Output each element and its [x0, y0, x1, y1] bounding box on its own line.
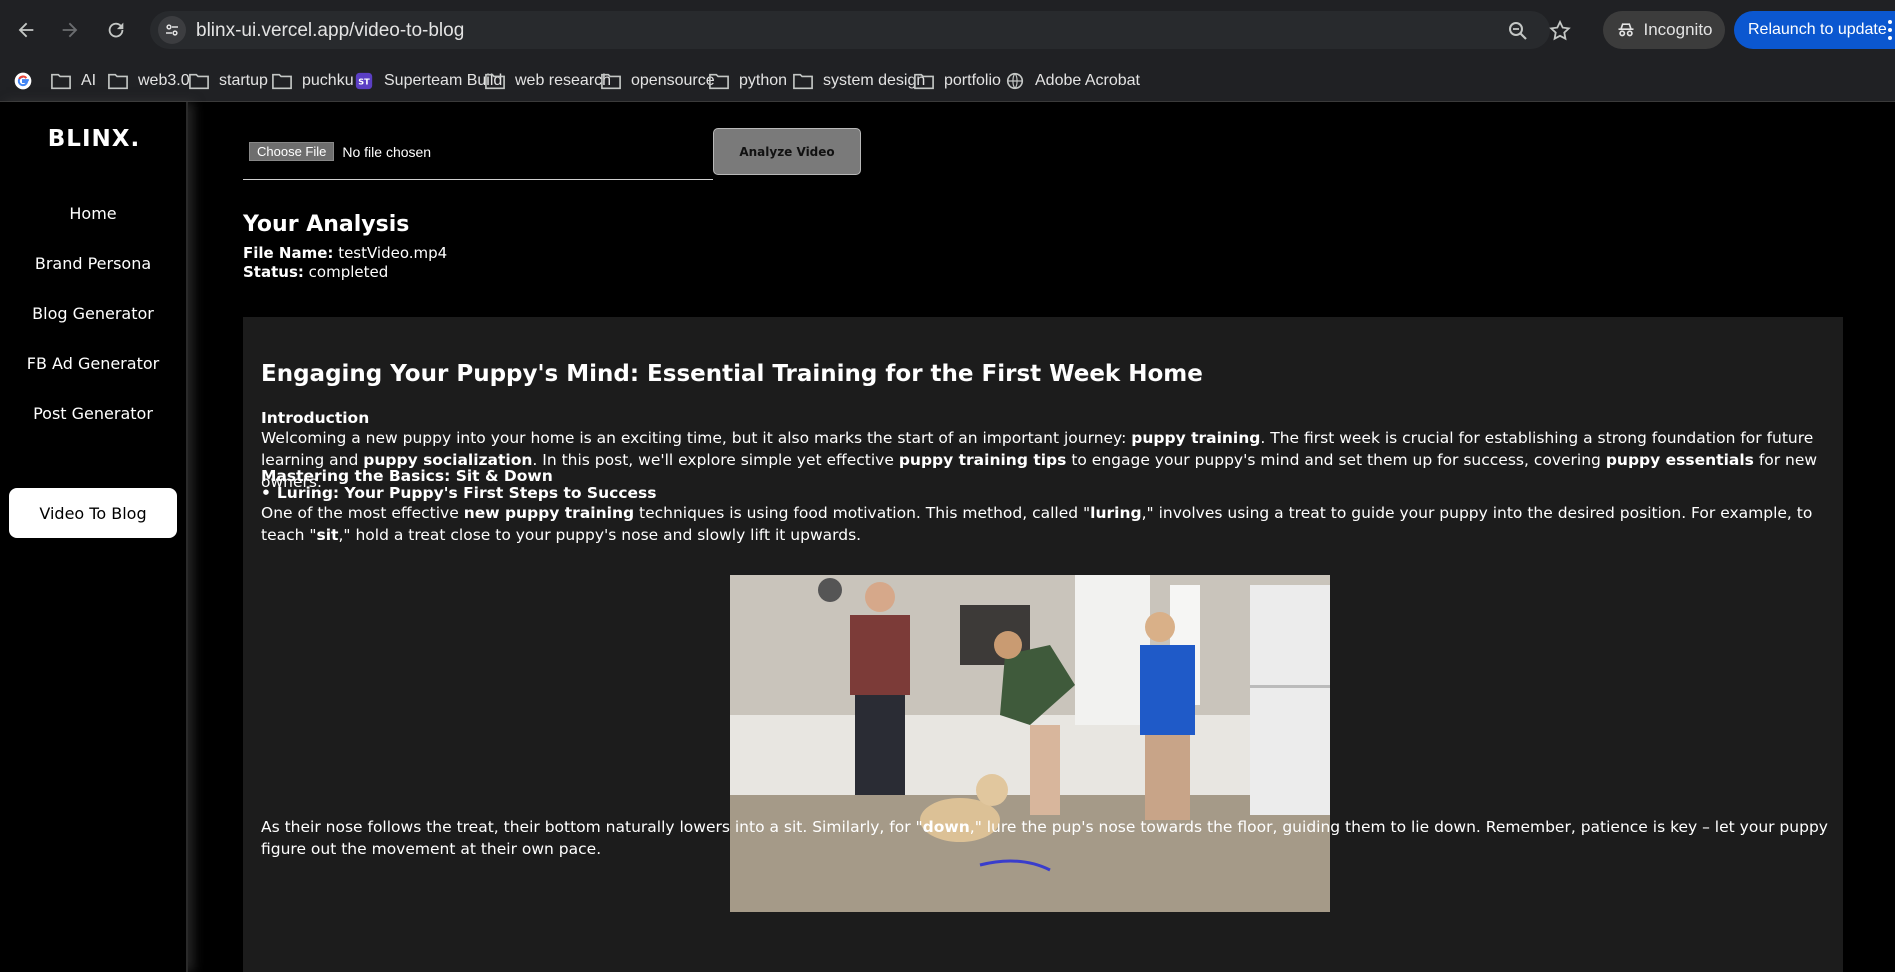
- text-run: ," hold a treat close to your puppy's no…: [338, 526, 862, 544]
- google-bookmark[interactable]: [12, 68, 34, 94]
- sidebar-item-label: Video To Blog: [39, 503, 147, 523]
- folder-icon: [709, 73, 729, 90]
- folder-icon: [914, 73, 934, 90]
- bookmark-puchku[interactable]: puchku: [271, 68, 354, 94]
- bookmark-label: python: [739, 72, 788, 89]
- bookmark-adobe-acrobat[interactable]: Adobe Acrobat: [1004, 68, 1140, 94]
- incognito-icon: [1618, 23, 1633, 37]
- bookmark-system-design[interactable]: system design: [792, 68, 925, 94]
- more-menu-icon[interactable]: [1888, 19, 1892, 41]
- browser-toolbar: blinx-ui.vercel.app/video-to-blog Incogn…: [0, 0, 1895, 60]
- choose-file-button[interactable]: Choose File: [249, 142, 335, 161]
- bookmark-label: AI: [81, 72, 97, 89]
- keyword-highlight: down: [922, 818, 970, 836]
- after-image-paragraph: As their nose follows the treat, their b…: [261, 816, 1831, 860]
- bookmark-startup[interactable]: startup: [188, 68, 268, 94]
- main-content: Choose File No file chosen Analyze Video…: [188, 102, 1895, 972]
- text-run: One of the most effective: [261, 504, 464, 522]
- folder-icon: [601, 73, 621, 90]
- bookmark-portfolio[interactable]: portfolio: [913, 68, 1001, 94]
- incognito-badge[interactable]: Incognito: [1603, 11, 1725, 49]
- relaunch-label: Relaunch to update: [1748, 21, 1887, 38]
- puppy-training-photo: [730, 575, 1330, 912]
- sidebar-item-brand-persona[interactable]: Brand Persona: [9, 238, 177, 288]
- sidebar-item-blog-generator[interactable]: Blog Generator: [9, 288, 177, 338]
- bookmark-ai[interactable]: AI: [50, 68, 96, 94]
- back-button[interactable]: [8, 12, 44, 48]
- incognito-label: Incognito: [1643, 20, 1713, 39]
- keyword-highlight: sit: [316, 526, 339, 544]
- app-root: BLINX. Home Brand Persona Blog Generator…: [0, 102, 1895, 972]
- status-row: Status: completed: [243, 263, 388, 281]
- keyword-highlight: puppy training: [1131, 429, 1261, 447]
- folder-icon: [189, 73, 209, 90]
- status-value: completed: [308, 263, 389, 281]
- bookmark-label: Adobe Acrobat: [1035, 72, 1140, 89]
- forward-button[interactable]: [52, 12, 88, 48]
- bookmark-label: system design: [823, 72, 926, 89]
- sidebar-item-label: Blog Generator: [32, 303, 154, 323]
- file-name-label: File Name:: [243, 244, 334, 262]
- arrow-left-icon: [18, 22, 34, 38]
- analysis-title: Your Analysis: [243, 212, 410, 237]
- folder-icon: [51, 73, 71, 90]
- text-run: Welcoming a new puppy into your home is …: [261, 429, 1132, 447]
- bookmark-label: web research: [515, 72, 612, 89]
- folder-icon: [108, 73, 128, 90]
- arrow-right-icon: [62, 22, 78, 38]
- folder-icon: [485, 73, 505, 90]
- svg-text:ST: ST: [358, 77, 370, 87]
- bookmark-label: opensource: [631, 72, 715, 89]
- bookmark-label: startup: [219, 72, 268, 89]
- sidebar-item-label: Brand Persona: [34, 253, 152, 273]
- url-text[interactable]: blinx-ui.vercel.app/video-to-blog: [196, 20, 464, 42]
- bookmark-superteam-build[interactable]: ST Superteam Build: [353, 68, 502, 94]
- luring-paragraph: One of the most effective new puppy trai…: [261, 502, 1831, 546]
- sidebar-item-label: FB Ad Generator: [26, 353, 160, 373]
- bullet-heading: Luring: Your Puppy's First Steps to Succ…: [261, 484, 657, 502]
- zoom-icon[interactable]: [1506, 19, 1530, 43]
- sidebar-item-home[interactable]: Home: [9, 188, 177, 238]
- brand-logo[interactable]: BLINX.: [0, 126, 188, 152]
- bookmark-label: portfolio: [944, 72, 1001, 89]
- reload-button[interactable]: [98, 12, 134, 48]
- video-file-input[interactable]: Choose File No file chosen: [243, 124, 713, 180]
- keyword-highlight: new puppy training: [463, 504, 635, 522]
- sidebar-item-label: Home: [69, 203, 117, 223]
- text-run: techniques is using food motivation. Thi…: [634, 504, 1091, 522]
- analyze-video-button[interactable]: Analyze Video: [713, 128, 861, 175]
- bookmark-web3-0[interactable]: web3.0: [107, 68, 190, 94]
- google-icon: [14, 72, 32, 90]
- text-run: As their nose follows the treat, their b…: [261, 818, 923, 836]
- sidebar: BLINX. Home Brand Persona Blog Generator…: [0, 102, 188, 972]
- folder-icon: [793, 73, 813, 90]
- sidebar-item-label: Post Generator: [33, 403, 153, 423]
- file-status-text: No file chosen: [342, 143, 432, 160]
- sidebar-item-post-generator[interactable]: Post Generator: [9, 388, 177, 438]
- file-name-value: testVideo.mp4: [338, 244, 448, 262]
- address-bar[interactable]: blinx-ui.vercel.app/video-to-blog: [150, 11, 1571, 49]
- bookmark-opensource[interactable]: opensource: [600, 68, 715, 94]
- bookmark-label: web3.0: [138, 72, 190, 89]
- video-frame-image: [730, 575, 1330, 912]
- reload-icon: [108, 22, 124, 38]
- sidebar-item-video-to-blog[interactable]: Video To Blog: [9, 488, 177, 538]
- keyword-highlight: luring: [1090, 504, 1142, 522]
- star-icon[interactable]: [1548, 19, 1572, 43]
- site-info-icon[interactable]: [158, 16, 186, 44]
- bookmark-web-research[interactable]: web research: [484, 68, 611, 94]
- file-name-row: File Name: testVideo.mp4: [243, 244, 447, 262]
- bookmark-label: puchku: [302, 72, 354, 89]
- status-label: Status:: [243, 263, 304, 281]
- blog-output-card: Engaging Your Puppy's Mind: Essential Tr…: [243, 317, 1843, 972]
- folder-icon: [272, 73, 292, 90]
- globe-icon: [1006, 72, 1024, 90]
- bookmarks-bar: AI web3.0 startup puchku ST Superteam Build we…: [0, 60, 1895, 102]
- superteam-icon: ST: [355, 72, 373, 90]
- bookmark-python[interactable]: python: [708, 68, 787, 94]
- intro-heading: Introduction: [261, 409, 370, 427]
- relaunch-button[interactable]: Relaunch to update: [1734, 11, 1895, 49]
- blog-title: Engaging Your Puppy's Mind: Essential Tr…: [261, 361, 1203, 387]
- sidebar-item-fb-ad-generator[interactable]: FB Ad Generator: [9, 338, 177, 388]
